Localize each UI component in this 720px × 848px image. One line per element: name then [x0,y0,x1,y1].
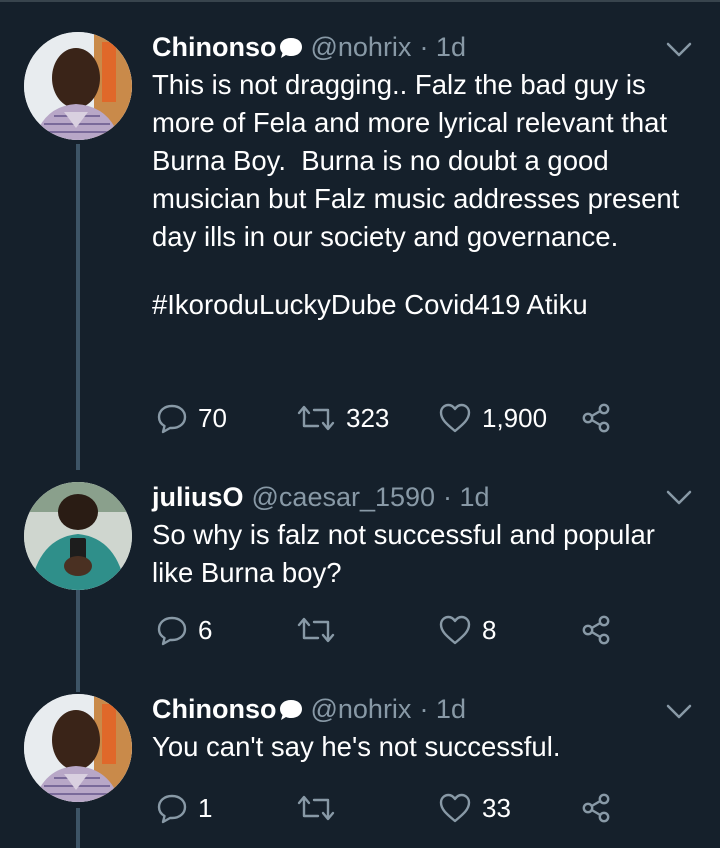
reply-icon [157,794,187,824]
speech-bubble-icon [278,35,304,61]
retweet-icon [297,795,335,821]
thread-line [76,680,80,692]
heart-icon [439,615,471,645]
tweet-actions: 6 8 [152,610,632,650]
retweet-count: 323 [346,402,390,433]
timestamp[interactable]: · 1d [419,692,466,726]
share-button[interactable] [580,398,612,438]
avatar[interactable] [24,694,132,802]
thread-line [76,808,80,848]
chevron-down-icon[interactable] [666,490,692,506]
heart-icon [439,403,471,433]
reply-count: 70 [198,402,227,433]
retweet-icon [297,405,335,431]
share-icon [582,403,610,433]
reply-button[interactable]: 70 [156,398,227,438]
like-button[interactable]: 8 [438,610,496,650]
tweet-hashtags[interactable]: #IkoroduLuckyDube Covid419 Atiku [152,286,692,324]
speech-bubble-icon [278,697,304,723]
tweet-text: You can't say he's not successful. [152,731,561,762]
chevron-down-icon[interactable] [666,704,692,720]
timestamp[interactable]: · 1d [419,30,466,64]
tweet-2[interactable]: juliusO @caesar_1590 · 1d So why is falz… [0,470,720,690]
reply-icon [157,404,187,434]
retweet-button[interactable] [296,610,346,650]
reply-icon [157,616,187,646]
share-icon [582,793,610,823]
user-handle[interactable]: @nohrix [310,692,411,726]
retweet-button[interactable] [296,788,346,828]
tweet-header: Chinonso @nohrix · 1d [152,692,692,726]
reply-button[interactable]: 1 [156,788,212,828]
thread-line [76,144,80,470]
like-button[interactable]: 1,900 [438,398,547,438]
tweet-header: Chinonso @nohrix · 1d [152,30,692,64]
tweet-actions: 70 323 1,900 [152,398,632,438]
share-button[interactable] [580,788,612,828]
tweet-actions: 1 33 [152,788,632,828]
display-name[interactable]: Chinonso [152,692,276,726]
like-count: 8 [482,614,497,645]
timestamp[interactable]: · 1d [443,480,490,514]
like-count: 1,900 [482,402,548,433]
avatar[interactable] [24,32,132,140]
avatar[interactable] [24,482,132,590]
user-handle[interactable]: @caesar_1590 [252,480,436,514]
tweet-1[interactable]: Chinonso @nohrix · 1d This is not draggi… [0,0,720,470]
retweet-button[interactable]: 323 [296,398,389,438]
chevron-down-icon[interactable] [666,42,692,58]
user-handle[interactable]: @nohrix [310,30,411,64]
retweet-icon [297,617,335,643]
reply-count: 6 [198,614,213,645]
reply-button[interactable]: 6 [156,610,212,650]
tweet-header: juliusO @caesar_1590 · 1d [152,480,692,514]
reply-count: 1 [198,792,213,823]
tweet-3[interactable]: Chinonso @nohrix · 1d You can't say he's… [0,680,720,848]
tweet-text: This is not dragging.. Falz the bad guy … [152,69,687,252]
display-name[interactable]: Chinonso [152,30,276,64]
like-count: 33 [482,792,511,823]
share-icon [582,615,610,645]
share-button[interactable] [580,610,612,650]
display-name[interactable]: juliusO [152,480,244,514]
like-button[interactable]: 33 [438,788,511,828]
thread-line [76,590,80,690]
heart-icon [439,793,471,823]
tweet-text: So why is falz not successful and popula… [152,519,671,588]
